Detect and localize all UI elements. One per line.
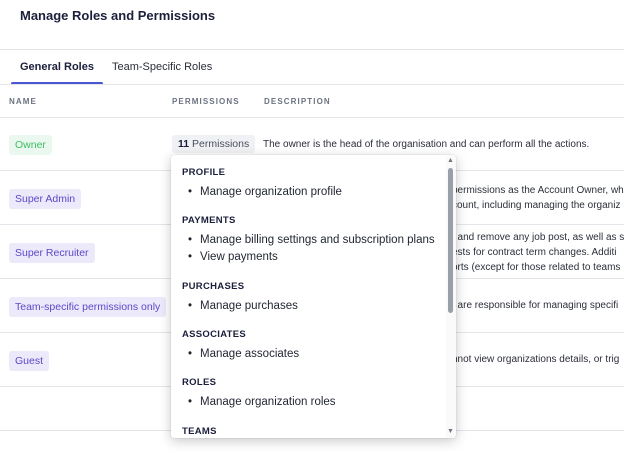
description-line: count, including managing the organiz: [452, 200, 621, 211]
description-super-admin: permissions as the Account Owner, wh cou…: [452, 183, 624, 213]
permission-item: Manage organization profile: [188, 186, 342, 198]
tab-general-roles[interactable]: General Roles: [11, 58, 103, 85]
permission-item: Manage organization roles: [188, 396, 336, 408]
permissions-count-chip[interactable]: 11 Permissions: [172, 135, 256, 153]
description-line: , and remove any job post, as well as s: [452, 232, 624, 243]
description-super-recruiter: , and remove any job post, as well as s …: [452, 230, 624, 275]
section-title-profile: PROFILE: [182, 167, 226, 178]
tab-team-specific-roles[interactable]: Team-Specific Roles: [103, 58, 221, 83]
section-title-teams: TEAMS: [182, 426, 217, 437]
description-line: nnot view organizations details, or trig: [452, 354, 620, 365]
role-badge-super-recruiter: Super Recruiter: [9, 243, 95, 263]
tab-bar: General Roles Team-Specific Roles: [11, 58, 221, 85]
popover-scrollbar[interactable]: ▲ ▼: [446, 155, 456, 438]
column-header-permissions: PERMISSIONS: [172, 97, 240, 106]
role-badge-guest: Guest: [9, 351, 50, 371]
description-owner: The owner is the head of the organisatio…: [263, 139, 590, 150]
description-line: permissions as the Account Owner, wh: [452, 185, 624, 196]
column-header-description: DESCRIPTION: [264, 97, 331, 106]
permission-item: Manage purchases: [188, 300, 298, 312]
permission-item: Manage associates: [188, 348, 299, 360]
permissions-popover[interactable]: PROFILE Manage organization profile PAYM…: [171, 155, 456, 438]
section-title-roles: ROLES: [182, 377, 217, 388]
section-title-payments: PAYMENTS: [182, 215, 236, 226]
permissions-count: 11: [178, 138, 190, 150]
section-title-purchases: PURCHASES: [182, 281, 245, 292]
header-divider: [0, 49, 624, 50]
page-title: Manage Roles and Permissions: [20, 8, 216, 23]
description-line: ests for contract term changes. Additi: [452, 247, 617, 258]
description-line: t are responsible for managing specifi: [452, 300, 619, 311]
description-team-specific: t are responsible for managing specifi: [452, 298, 618, 313]
description-guest: nnot view organizations details, or trig: [452, 352, 619, 367]
table-header-divider: [0, 117, 624, 118]
role-badge-team-specific: Team-specific permissions only: [9, 297, 167, 317]
description-line: orts (except for those related to teams: [452, 262, 621, 273]
permissions-word: Permissions: [192, 138, 250, 150]
scroll-down-arrow-icon[interactable]: ▼: [447, 428, 454, 436]
permission-item: Manage billing settings and subscription…: [188, 234, 435, 246]
scroll-up-arrow-icon[interactable]: ▲: [447, 157, 454, 165]
section-title-associates: ASSOCIATES: [182, 329, 247, 340]
tabs-divider: [0, 84, 624, 85]
permission-item: View payments: [188, 251, 278, 263]
role-badge-owner: Owner: [9, 135, 52, 155]
role-badge-super-admin: Super Admin: [9, 189, 82, 209]
column-header-name: NAME: [9, 97, 37, 106]
scroll-thumb[interactable]: [448, 168, 453, 313]
